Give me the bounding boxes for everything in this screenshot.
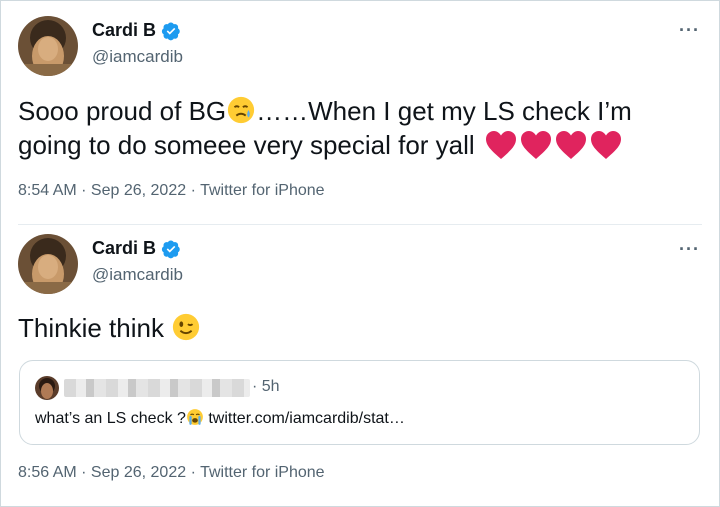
redacted-username — [64, 379, 250, 397]
avatar[interactable] — [18, 234, 78, 294]
quoted-text: what’s an LS check ? twitter.com/iamcard… — [35, 408, 405, 428]
winking-face-emoji — [173, 313, 200, 341]
tweet-text-content: Thinkie think — [18, 313, 172, 343]
meta-separator: · — [186, 182, 201, 199]
tweet-date[interactable]: Sep 26, 2022 — [91, 464, 186, 481]
author-row: Cardi B — [92, 20, 181, 41]
tweet-meta: 8:54 AM · Sep 26, 2022 · Twitter for iPh… — [18, 182, 325, 200]
avatar[interactable] — [18, 16, 78, 76]
tweet-meta: 8:56 AM · Sep 26, 2022 · Twitter for iPh… — [18, 464, 325, 482]
tweet-source[interactable]: Twitter for iPhone — [200, 464, 325, 481]
heart-icon — [590, 131, 621, 159]
heart-icon — [555, 131, 586, 159]
meta-separator: · — [186, 464, 201, 481]
author-row: Cardi B — [92, 238, 181, 259]
author-name[interactable]: Cardi B — [92, 238, 156, 259]
meta-separator: · — [76, 182, 91, 199]
tweet-time[interactable]: 8:54 AM — [18, 182, 77, 199]
author-handle[interactable]: @iamcardib — [92, 265, 183, 285]
verified-badge-icon — [161, 239, 180, 258]
tweet-1[interactable]: Cardi B @iamcardib ··· Sooo proud of BG … — [0, 0, 720, 225]
tweet-text-part1: Sooo proud of BG — [18, 96, 227, 126]
tweet-text: Thinkie think — [18, 311, 680, 345]
quoted-time: · 5h — [252, 378, 280, 395]
tweet-2[interactable]: Cardi B @iamcardib ··· Thinkie think · 5… — [0, 225, 720, 507]
meta-separator: · — [76, 464, 91, 481]
author-name[interactable]: Cardi B — [92, 20, 156, 41]
verified-badge-icon — [161, 21, 180, 40]
crying-face-emoji — [187, 409, 203, 425]
more-options-icon[interactable]: ··· — [679, 20, 700, 41]
quoted-text-content: what’s an LS check ? — [35, 410, 186, 427]
quoted-avatar[interactable] — [35, 376, 59, 400]
more-options-icon[interactable]: ··· — [679, 239, 700, 260]
heart-icon — [485, 131, 516, 159]
quoted-link[interactable]: twitter.com/iamcardib/stat… — [204, 410, 405, 427]
author-handle[interactable]: @iamcardib — [92, 47, 183, 67]
tweet-text: Sooo proud of BG ……When I get my LS chec… — [18, 94, 680, 162]
tweet-source[interactable]: Twitter for iPhone — [200, 182, 325, 199]
tweet-date[interactable]: Sep 26, 2022 — [91, 182, 186, 199]
holding-back-tears-emoji — [228, 96, 255, 124]
quoted-tweet[interactable]: · 5h what’s an LS check ? twitter.com/ia… — [19, 360, 700, 445]
heart-icon — [520, 131, 551, 159]
tweet-time[interactable]: 8:56 AM — [18, 464, 77, 481]
